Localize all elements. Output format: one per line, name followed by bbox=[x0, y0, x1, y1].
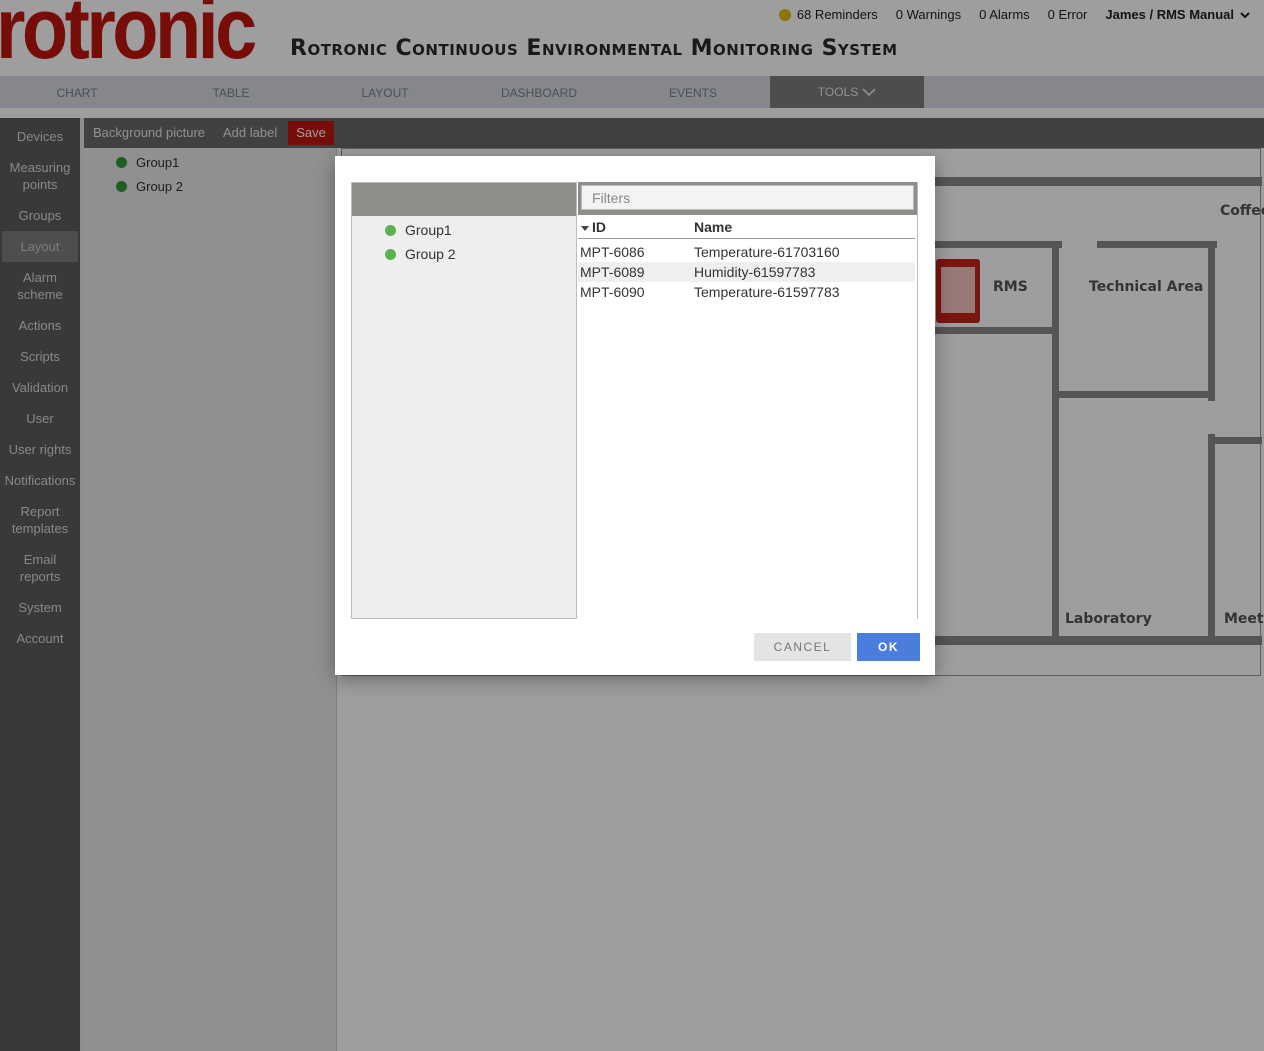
dialog-buttons: CANCEL OK bbox=[754, 633, 920, 661]
cancel-button[interactable]: CANCEL bbox=[754, 633, 851, 661]
ok-button[interactable]: OK bbox=[857, 633, 920, 661]
dialog-group-label: Group1 bbox=[405, 222, 452, 238]
column-header-id[interactable]: ID bbox=[578, 219, 694, 235]
cell-id: MPT-6089 bbox=[580, 264, 645, 280]
table-row[interactable]: MPT-6086 Temperature-61703160 bbox=[578, 242, 915, 262]
table-header: ID Name bbox=[578, 215, 915, 239]
cell-id: MPT-6090 bbox=[580, 284, 645, 300]
cell-name: Temperature-61597783 bbox=[694, 284, 840, 300]
dialog-group-tree: Group1 Group 2 bbox=[351, 182, 577, 619]
dialog-point-list: ID Name MPT-6086 Temperature-61703160 MP… bbox=[578, 182, 918, 619]
cell-name: Temperature-61703160 bbox=[694, 244, 840, 260]
table-row[interactable]: MPT-6089 Humidity-61597783 bbox=[578, 262, 915, 282]
status-dot-icon bbox=[385, 224, 396, 236]
dialog-group-item[interactable]: Group1 bbox=[352, 218, 576, 242]
status-dot-icon bbox=[385, 248, 396, 260]
column-header-id-label: ID bbox=[592, 218, 606, 235]
dialog-group-item[interactable]: Group 2 bbox=[352, 242, 576, 266]
filter-bar bbox=[578, 182, 917, 215]
table-body: MPT-6086 Temperature-61703160 MPT-6089 H… bbox=[578, 239, 917, 302]
dialog-group-header bbox=[352, 183, 576, 216]
select-measuring-point-dialog: Group1 Group 2 ID Name MPT-6086 Temperat… bbox=[335, 156, 935, 675]
dialog-group-label: Group 2 bbox=[405, 246, 456, 262]
column-header-name[interactable]: Name bbox=[694, 219, 915, 235]
cell-id: MPT-6086 bbox=[580, 244, 645, 260]
table-row[interactable]: MPT-6090 Temperature-61597783 bbox=[578, 282, 915, 302]
cell-name: Humidity-61597783 bbox=[694, 264, 816, 280]
filter-input[interactable] bbox=[581, 185, 914, 210]
sort-desc-icon bbox=[581, 225, 589, 231]
